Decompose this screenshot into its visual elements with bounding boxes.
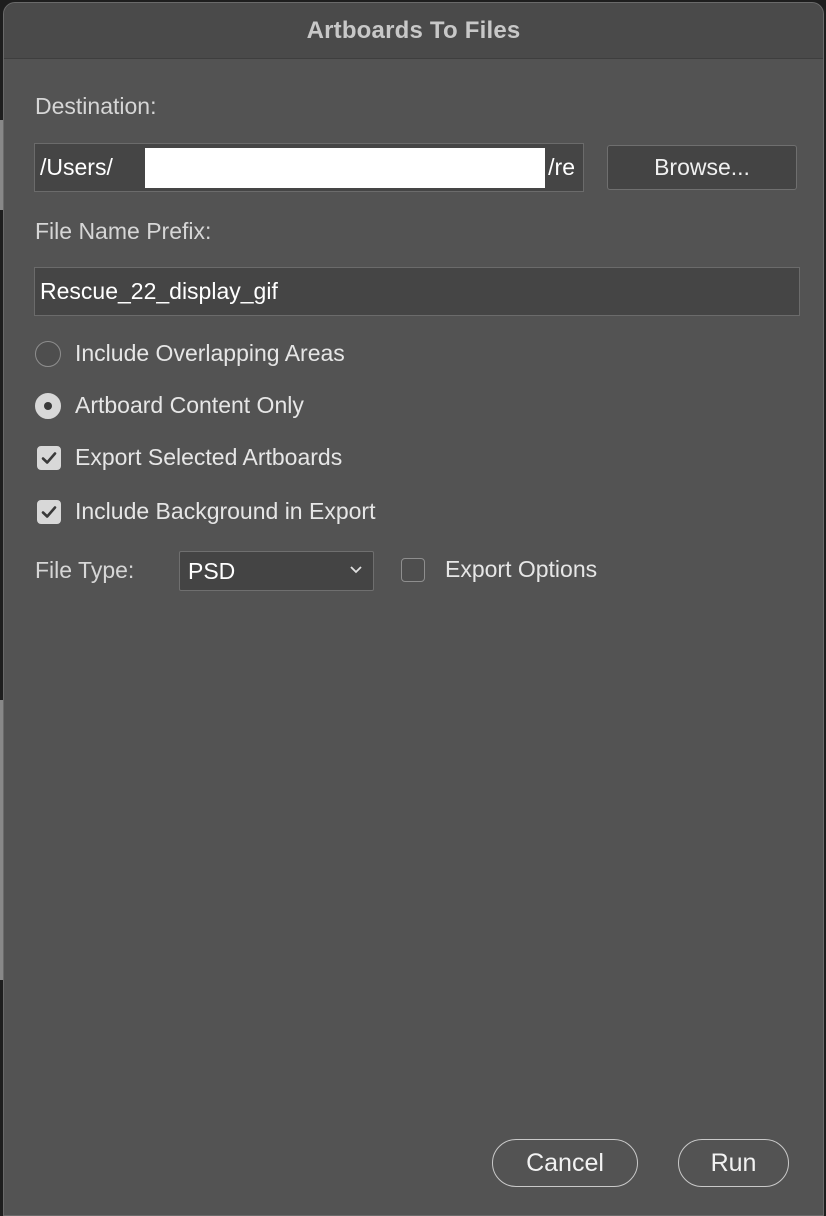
export-options-option[interactable]: Export Options [401,556,597,583]
title-bar[interactable]: Artboards To Files [4,3,823,59]
option-label: Artboard Content Only [75,392,304,418]
destination-label: Destination: [35,93,157,119]
checkbox-icon[interactable] [37,445,61,470]
checkmark-icon [41,505,57,518]
file-type-value: PSD [188,557,236,584]
file-type-label: File Type: [35,557,135,583]
destination-path-prefix: /Users/ [40,154,113,180]
browse-button[interactable]: Browse... [607,145,797,190]
cancel-button[interactable]: Cancel [492,1139,638,1187]
file-type-select[interactable]: PSD [179,551,374,591]
destination-field[interactable]: /Users/ /re [34,143,584,192]
option-label: Export Selected Artboards [75,444,343,470]
redacted-area [145,148,545,188]
prefix-label: File Name Prefix: [35,218,212,244]
radio-icon[interactable] [35,340,61,367]
destination-path-suffix: /re [546,144,575,191]
dialog-window: Artboards To Files Destination: /Users/ … [3,2,824,1216]
option-label: Include Background in Export [75,498,376,524]
checkmark-icon [41,451,57,464]
include-background-option[interactable]: Include Background in Export [37,498,375,525]
export-selected-option[interactable]: Export Selected Artboards [37,444,342,471]
artboard-content-only-option[interactable]: Artboard Content Only [35,392,304,419]
include-overlapping-option[interactable]: Include Overlapping Areas [35,340,345,367]
dialog-title: Artboards To Files [306,16,521,44]
prefix-input[interactable]: Rescue_22_display_gif [34,267,800,316]
run-button[interactable]: Run [678,1139,789,1187]
checkbox-icon[interactable] [401,557,425,582]
option-label: Export Options [445,556,598,582]
option-label: Include Overlapping Areas [75,340,345,366]
chevron-down-icon [350,566,362,574]
checkbox-icon[interactable] [37,499,61,524]
radio-icon[interactable] [35,392,61,419]
